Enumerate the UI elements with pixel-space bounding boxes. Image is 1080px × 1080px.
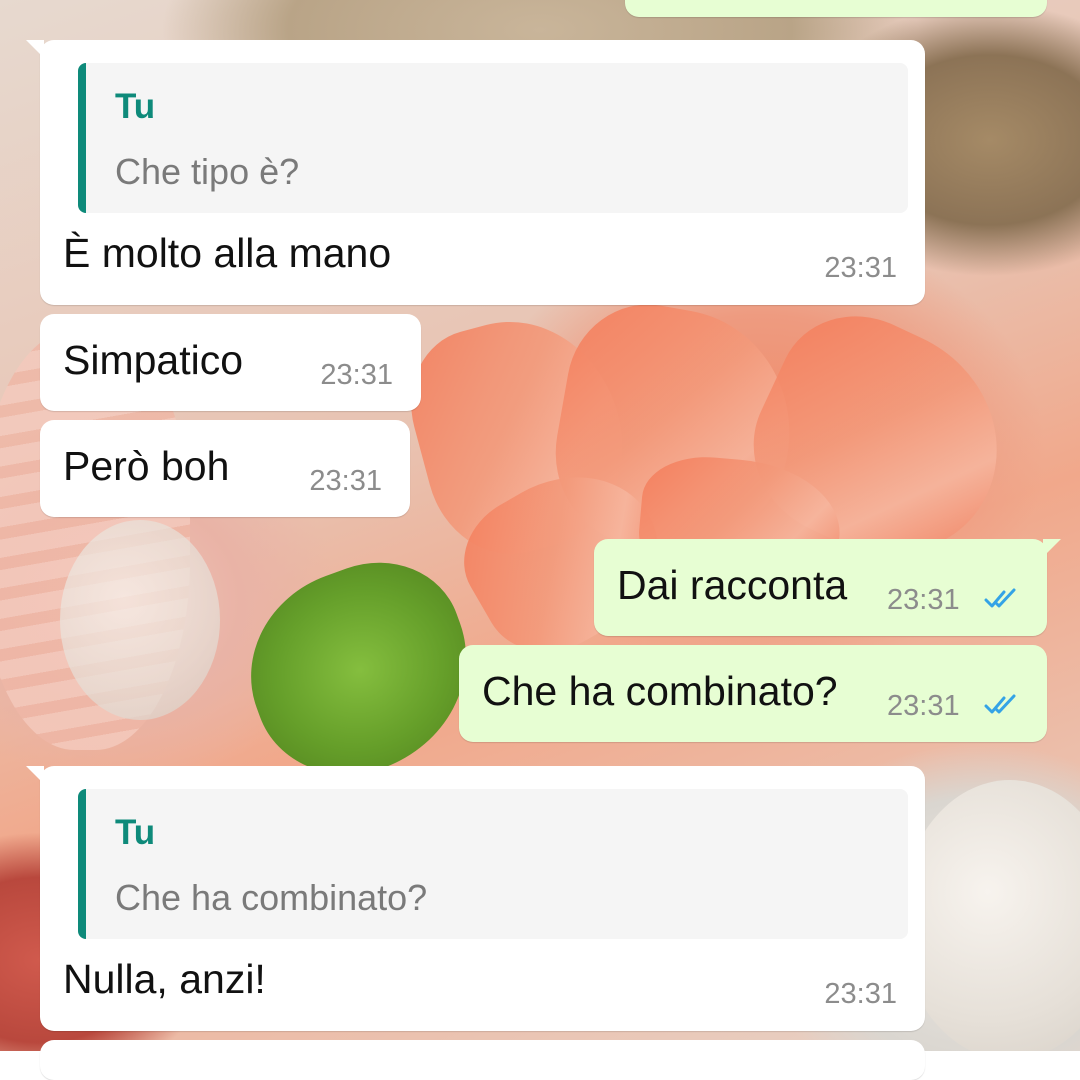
- message-timestamp: 23:31: [824, 978, 897, 1010]
- message-bubble-outgoing[interactable]: Dai racconta 23:31: [594, 539, 1061, 636]
- double-check-icon: [984, 694, 1016, 714]
- message-text: È molto alla mano: [63, 230, 392, 276]
- message-bubble-outgoing[interactable]: Che ha combinato? 23:31: [459, 645, 1047, 742]
- bubble-tail: [26, 40, 44, 58]
- bubble-tail: [1043, 539, 1061, 557]
- double-check-icon: [984, 588, 1016, 608]
- message-timestamp: 23:31: [309, 465, 382, 497]
- message-text: Però boh: [63, 443, 230, 489]
- message-bubble-partial[interactable]: [40, 1040, 925, 1080]
- message-text: Nulla, anzi!: [63, 956, 266, 1002]
- message-bubble-partial[interactable]: [625, 0, 1047, 17]
- message-timestamp: 23:31: [824, 252, 897, 284]
- quoted-message[interactable]: Tu Che tipo è?: [78, 63, 908, 213]
- message-text: Simpatico: [63, 337, 244, 383]
- message-list[interactable]: Tu Che tipo è? È molto alla mano 23:31 S…: [0, 0, 1080, 1080]
- message-bubble-incoming[interactable]: Però boh 23:31: [40, 420, 410, 517]
- message-text: Che ha combinato?: [482, 668, 838, 714]
- message-bubble-incoming[interactable]: Tu Che tipo è? È molto alla mano 23:31: [26, 40, 925, 305]
- bubble-tail: [26, 766, 44, 784]
- quoted-text: Che ha combinato?: [115, 877, 428, 918]
- quote-accent-bar: [78, 789, 86, 939]
- message-timestamp: 23:31: [887, 584, 960, 616]
- message-bubble-incoming[interactable]: Simpatico 23:31: [40, 314, 421, 411]
- message-timestamp: 23:31: [320, 359, 393, 391]
- message-bubble-incoming[interactable]: Tu Che ha combinato? Nulla, anzi! 23:31: [26, 766, 925, 1031]
- quoted-message[interactable]: Tu Che ha combinato?: [78, 789, 908, 939]
- quoted-author: Tu: [115, 813, 156, 852]
- quoted-author: Tu: [115, 87, 156, 126]
- message-timestamp: 23:31: [887, 690, 960, 722]
- message-text: Dai racconta: [617, 562, 848, 608]
- quoted-text: Che tipo è?: [115, 151, 300, 192]
- quote-accent-bar: [78, 63, 86, 213]
